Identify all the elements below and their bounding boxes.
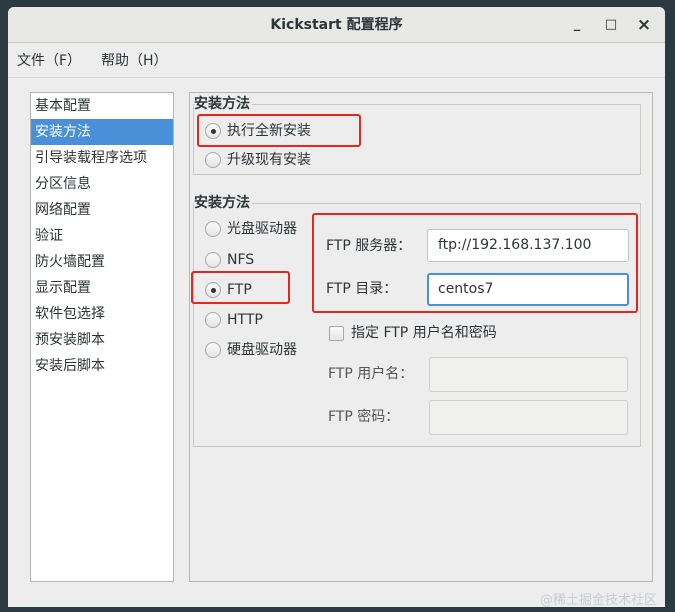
kickstart-window: Kickstart 配置程序 _ □ × 文件（F） 帮助（H） 基本配置 安装…	[8, 7, 665, 607]
menu-help[interactable]: 帮助（H）	[101, 44, 168, 78]
watermark: @稀土掘金技术社区	[539, 593, 657, 608]
ftp-dir-input[interactable]: centos7	[427, 273, 629, 306]
sidebar-item-bootloader[interactable]: 引导装载程序选项	[31, 145, 173, 171]
title-bar: Kickstart 配置程序 _ □ ×	[8, 7, 665, 43]
radio-icon	[205, 252, 221, 268]
radio-label: 光盘驱动器	[227, 221, 297, 237]
radio-label: 升级现有安装	[227, 152, 311, 168]
radio-new-install[interactable]: 执行全新安装	[205, 120, 311, 142]
sidebar-item-basic[interactable]: 基本配置	[31, 93, 173, 119]
radio-label: NFS	[227, 252, 255, 268]
ftp-dir-label: FTP 目录：	[326, 281, 398, 297]
sidebar-item-auth[interactable]: 验证	[31, 223, 173, 249]
sidebar-item-post-script[interactable]: 安装后脚本	[31, 353, 173, 379]
radio-nfs[interactable]: NFS	[205, 249, 254, 271]
menu-file[interactable]: 文件（F）	[17, 44, 81, 78]
ftp-user-label: FTP 用户名：	[328, 366, 414, 382]
radio-icon	[205, 152, 221, 168]
radio-checked-icon	[205, 123, 221, 139]
install-method-legend: 安装方法	[194, 192, 252, 212]
sidebar-item-network[interactable]: 网络配置	[31, 197, 173, 223]
radio-label: 执行全新安装	[227, 123, 311, 139]
sidebar-item-pre-script[interactable]: 预安装脚本	[31, 327, 173, 353]
radio-icon	[205, 221, 221, 237]
ftp-user-input[interactable]	[429, 357, 628, 392]
checkbox-icon	[329, 325, 344, 341]
radio-upgrade[interactable]: 升级现有安装	[205, 149, 311, 171]
minimize-button[interactable]: _	[565, 7, 589, 43]
maximize-button[interactable]: □	[599, 7, 623, 43]
radio-checked-icon	[205, 282, 221, 298]
radio-label: FTP	[227, 282, 252, 298]
sidebar: 基本配置 安装方法 引导装载程序选项 分区信息 网络配置 验证 防火墙配置 显示…	[30, 92, 174, 582]
ftp-password-input[interactable]	[429, 400, 628, 435]
radio-label: HTTP	[227, 312, 263, 328]
menu-bar: 文件（F） 帮助（H）	[8, 44, 665, 78]
sidebar-item-packages[interactable]: 软件包选择	[31, 301, 173, 327]
radio-ftp[interactable]: FTP	[205, 279, 252, 301]
radio-icon	[205, 312, 221, 328]
sidebar-item-display[interactable]: 显示配置	[31, 275, 173, 301]
sidebar-item-firewall[interactable]: 防火墙配置	[31, 249, 173, 275]
radio-http[interactable]: HTTP	[205, 309, 263, 331]
install-type-legend: 安装方法	[194, 93, 252, 113]
specify-user-checkbox[interactable]: 指定 FTP 用户名和密码	[329, 323, 497, 343]
radio-cdrom[interactable]: 光盘驱动器	[205, 218, 297, 240]
window-title: Kickstart 配置程序	[270, 17, 403, 33]
ftp-server-label: FTP 服务器：	[326, 238, 412, 254]
radio-harddrive[interactable]: 硬盘驱动器	[205, 339, 297, 361]
content-panel: 安装方法 执行全新安装 升级现有安装 安装方法 光盘驱动器 NFS FTP HT…	[189, 92, 653, 582]
ftp-password-label: FTP 密码：	[328, 409, 400, 425]
checkbox-label: 指定 FTP 用户名和密码	[351, 325, 497, 341]
radio-icon	[205, 342, 221, 358]
close-button[interactable]: ×	[632, 7, 656, 43]
ftp-server-input[interactable]: ftp://192.168.137.100	[427, 229, 629, 262]
sidebar-item-install-method[interactable]: 安装方法	[31, 119, 173, 145]
sidebar-item-partition[interactable]: 分区信息	[31, 171, 173, 197]
radio-label: 硬盘驱动器	[227, 342, 297, 358]
